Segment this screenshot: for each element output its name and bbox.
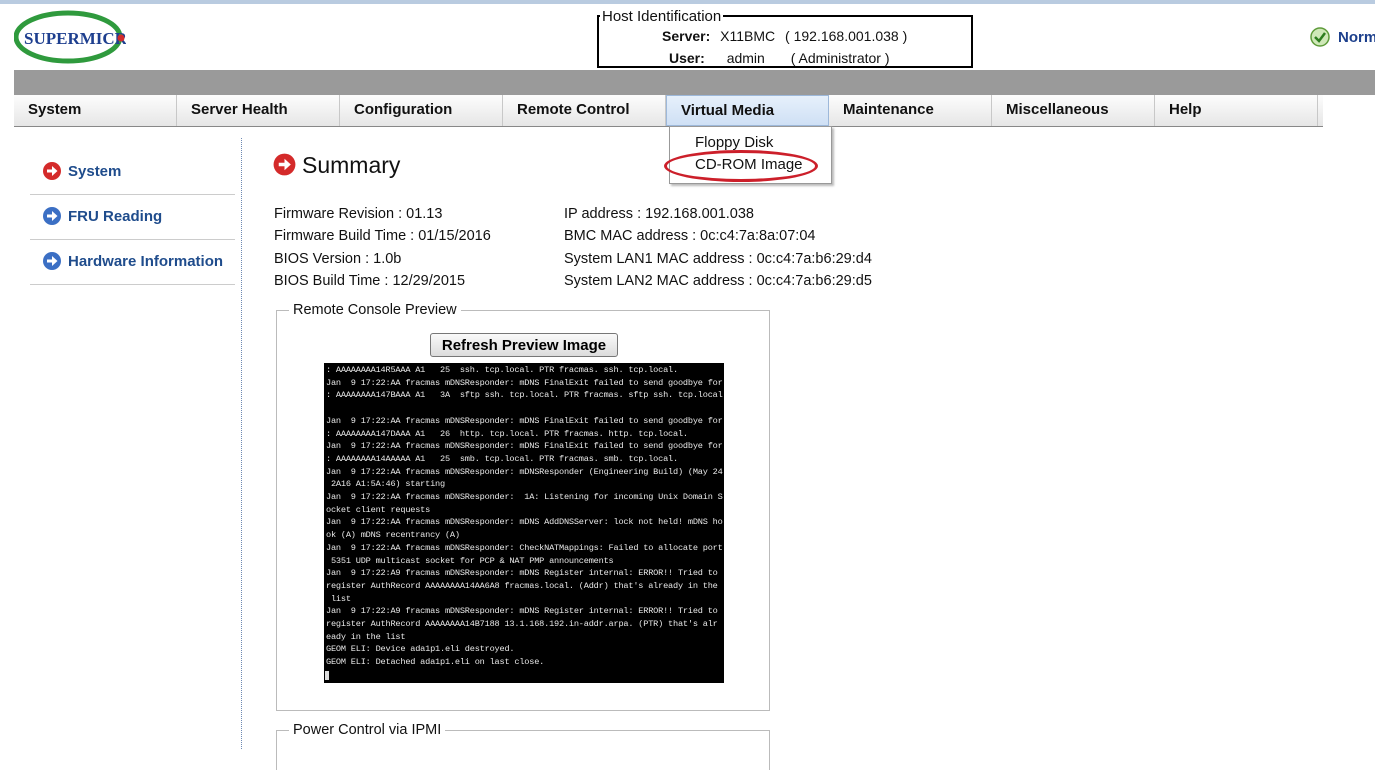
server-ip: ( 192.168.001.038 ) [785, 28, 908, 44]
console-line: ocket client requests [326, 504, 431, 515]
console-line: ok (A) mDNS recentrancy (A) [326, 530, 460, 541]
console-line: Jan 9 17:22:AA fracmas mDNSResponder: 1A… [326, 492, 723, 502]
host-identification-box: Host Identification Server: X11BMC ( 192… [597, 8, 973, 68]
sidebar-item-fru-reading[interactable]: FRU Reading [30, 195, 235, 240]
console-line: GEOM ELI: Device ada1p1.eli destroyed. [326, 644, 515, 655]
console-preview-image[interactable]: : AAAAAAAA14R5AAA A1 25 ssh. tcp.local. … [324, 363, 724, 683]
ip-address: IP address : 192.168.001.038 [564, 206, 754, 222]
firmware-revision: Firmware Revision : 01.13 [274, 206, 443, 222]
sidebar-item-hardware-information[interactable]: Hardware Information [30, 240, 235, 285]
menu-system[interactable]: System [14, 95, 177, 126]
highlight-ellipse [664, 150, 818, 182]
sidebar-item-label: FRU Reading [68, 208, 163, 225]
user-label: User: [669, 50, 705, 66]
console-line: list [326, 593, 351, 604]
menu-maintenance[interactable]: Maintenance [829, 95, 992, 126]
bios-version: BIOS Version : 1.0b [274, 251, 402, 267]
user-value: admin [726, 50, 765, 66]
console-line: register AuthRecord AAAAAAAA14AA6A8 frac… [326, 580, 718, 591]
console-line: Jan 9 17:22:AA fracmas mDNSResponder: mD… [326, 441, 723, 452]
refresh-preview-button[interactable]: Refresh Preview Image [430, 333, 618, 357]
menu-help[interactable]: Help [1155, 95, 1318, 126]
server-row: Server: X11BMC ( 192.168.001.038 ) [662, 28, 907, 44]
console-line: GEOM ELI: Detached ada1p1.eli on last cl… [326, 657, 545, 668]
console-line: 5351 UDP multicast socket for PCP & NAT … [326, 555, 614, 566]
console-line: Jan 9 17:22:AA fracmas mDNSResponder: mD… [326, 466, 723, 477]
console-line: : AAAAAAAA14R5AAA A1 25 ssh. tcp.local. … [326, 365, 678, 375]
console-line: Jan 9 17:22:AA fracmas mDNSResponder: mD… [326, 377, 723, 388]
lan1-mac-address: System LAN1 MAC address : 0c:c4:7a:b6:29… [564, 251, 872, 267]
console-line: : AAAAAAAA14AAAAA A1 25 smb. tcp.local. … [326, 453, 678, 464]
menu-remote-control[interactable]: Remote Control [503, 95, 666, 126]
console-line: : AAAAAAAA147DAAA A1 26 http. tcp.local.… [326, 428, 688, 439]
menu-miscellaneous[interactable]: Miscellaneous [992, 95, 1155, 126]
sidebar-item-label: Hardware Information [68, 253, 224, 270]
menu-configuration[interactable]: Configuration [340, 95, 503, 126]
arrow-right-red-icon [273, 153, 296, 176]
sidebar: System FRU Reading Hardware Information [30, 150, 235, 285]
power-control-legend: Power Control via IPMI [289, 722, 446, 738]
console-line: register AuthRecord AAAAAAAA14B7188 13.1… [326, 619, 718, 629]
user-row: User: admin ( Administrator ) [669, 50, 890, 66]
arrow-right-blue-icon [43, 207, 61, 225]
user-role: ( Administrator ) [790, 50, 890, 66]
console-cursor [325, 671, 329, 680]
server-label: Server: [662, 28, 711, 44]
sidebar-divider [241, 138, 242, 749]
console-line: Jan 9 17:22:AA fracmas mDNSResponder: mD… [326, 415, 723, 426]
console-line: eady in the list [326, 631, 406, 642]
header-gray-bar [14, 70, 1375, 95]
firmware-build-time: Firmware Build Time : 01/15/2016 [274, 228, 491, 244]
dropdown-floppy-disk[interactable]: Floppy Disk [695, 134, 773, 151]
sidebar-item-label: System [68, 163, 122, 180]
console-line: Jan 9 17:22:A9 fracmas mDNSResponder: mD… [326, 568, 718, 579]
supermicro-logo: SUPERMICR [14, 10, 126, 64]
lan2-mac-address: System LAN2 MAC address : 0c:c4:7a:b6:29… [564, 273, 872, 289]
sidebar-item-system[interactable]: System [30, 150, 235, 195]
menu-virtual-media[interactable]: Virtual Media [666, 95, 829, 126]
server-value: X11BMC [720, 28, 776, 44]
console-line: Jan 9 17:22:AA fracmas mDNSResponder: Ch… [326, 542, 723, 553]
window-top-border [0, 0, 1375, 4]
remote-console-preview-legend: Remote Console Preview [289, 302, 461, 318]
arrow-right-red-icon [43, 162, 61, 180]
main-menu-bar: System Server Health Configuration Remot… [14, 95, 1323, 127]
console-line: Jan 9 17:22:AA fracmas mDNSResponder: mD… [326, 517, 723, 528]
menu-server-health[interactable]: Server Health [177, 95, 340, 126]
power-control-panel: Power Control via IPMI [276, 722, 770, 770]
host-identification-title: Host Identification [600, 8, 724, 25]
page-title: Summary [302, 152, 401, 178]
bmc-mac-address: BMC MAC address : 0c:c4:7a:8a:07:04 [564, 228, 816, 244]
logo-text: SUPERMICR [24, 29, 126, 48]
console-line: 2A16 A1:5A:46) starting [326, 479, 445, 490]
bios-build-time: BIOS Build Time : 12/29/2015 [274, 273, 466, 289]
system-status-text[interactable]: Norm [1338, 29, 1375, 46]
console-line: : AAAAAAAA147BAAA A1 3A sftp ssh. tcp.lo… [326, 390, 723, 401]
status-ok-icon [1310, 27, 1330, 47]
arrow-right-blue-icon [43, 252, 61, 270]
console-line: Jan 9 17:22:A9 fracmas mDNSResponder: mD… [326, 606, 718, 617]
